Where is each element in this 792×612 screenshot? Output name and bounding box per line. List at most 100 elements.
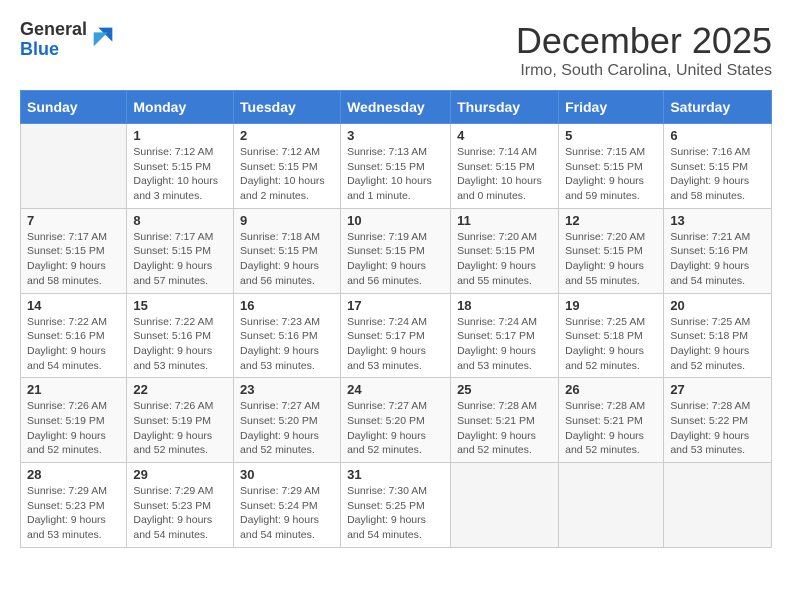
day-info: Sunrise: 7:12 AM Sunset: 5:15 PM Dayligh… [240,145,334,204]
logo-general: General [20,20,87,40]
header-cell-saturday: Saturday [664,91,772,124]
day-info: Sunrise: 7:22 AM Sunset: 5:16 PM Dayligh… [133,315,227,374]
day-info: Sunrise: 7:24 AM Sunset: 5:17 PM Dayligh… [457,315,552,374]
day-info: Sunrise: 7:28 AM Sunset: 5:22 PM Dayligh… [670,399,765,458]
day-info: Sunrise: 7:26 AM Sunset: 5:19 PM Dayligh… [133,399,227,458]
calendar-cell [451,463,559,548]
day-info: Sunrise: 7:28 AM Sunset: 5:21 PM Dayligh… [565,399,657,458]
calendar-cell [559,463,664,548]
day-info: Sunrise: 7:20 AM Sunset: 5:15 PM Dayligh… [457,230,552,289]
calendar-cell: 28 Sunrise: 7:29 AM Sunset: 5:23 PM Dayli… [21,463,127,548]
calendar-cell: 19Sunrise: 7:25 AM Sunset: 5:18 PM Dayli… [559,293,664,378]
calendar-cell: 29 Sunrise: 7:29 AM Sunset: 5:23 PM Dayli… [127,463,234,548]
day-number: 2 [240,128,334,143]
calendar-cell: 5Sunrise: 7:15 AM Sunset: 5:15 PM Daylig… [559,124,664,209]
day-info: Sunrise: 7:22 AM Sunset: 5:16 PM Dayligh… [27,315,120,374]
calendar-cell: 2 Sunrise: 7:12 AM Sunset: 5:15 PM Daylig… [234,124,341,209]
day-info: Sunrise: 7:29 AM Sunset: 5:23 PM Dayligh… [27,484,120,543]
day-info: Sunrise: 7:14 AM Sunset: 5:15 PM Dayligh… [457,145,552,204]
day-number: 4 [457,128,552,143]
header-cell-thursday: Thursday [451,91,559,124]
logo-icon [89,23,117,51]
page-header: General Blue December 2025 Irmo, South C… [20,20,772,80]
month-title: December 2025 [516,20,772,62]
logo: General Blue [20,20,117,60]
header-cell-tuesday: Tuesday [234,91,341,124]
calendar-table: SundayMondayTuesdayWednesdayThursdayFrid… [20,90,772,548]
calendar-cell: 9 Sunrise: 7:18 AM Sunset: 5:15 PM Daylig… [234,208,341,293]
day-info: Sunrise: 7:28 AM Sunset: 5:21 PM Dayligh… [457,399,552,458]
day-number: 23 [240,382,334,397]
day-info: Sunrise: 7:25 AM Sunset: 5:18 PM Dayligh… [670,315,765,374]
day-info: Sunrise: 7:21 AM Sunset: 5:16 PM Dayligh… [670,230,765,289]
day-info: Sunrise: 7:17 AM Sunset: 5:15 PM Dayligh… [27,230,120,289]
calendar-cell [664,463,772,548]
header-cell-sunday: Sunday [21,91,127,124]
day-info: Sunrise: 7:12 AM Sunset: 5:15 PM Dayligh… [133,145,227,204]
day-info: Sunrise: 7:13 AM Sunset: 5:15 PM Dayligh… [347,145,444,204]
calendar-body: 1Sunrise: 7:12 AM Sunset: 5:15 PM Daylig… [21,124,772,548]
calendar-cell [21,124,127,209]
day-info: Sunrise: 7:18 AM Sunset: 5:15 PM Dayligh… [240,230,334,289]
day-number: 8 [133,213,227,228]
day-info: Sunrise: 7:20 AM Sunset: 5:15 PM Dayligh… [565,230,657,289]
day-number: 12 [565,213,657,228]
calendar-cell: 20 Sunrise: 7:25 AM Sunset: 5:18 PM Dayli… [664,293,772,378]
day-info: Sunrise: 7:25 AM Sunset: 5:18 PM Dayligh… [565,315,657,374]
calendar-cell: 17 Sunrise: 7:24 AM Sunset: 5:17 PM Dayli… [341,293,451,378]
day-number: 21 [27,382,120,397]
subtitle: Irmo, South Carolina, United States [516,62,772,80]
day-number: 30 [240,467,334,482]
calendar-cell: 8 Sunrise: 7:17 AM Sunset: 5:15 PM Daylig… [127,208,234,293]
logo-blue: Blue [20,40,87,60]
header-row: SundayMondayTuesdayWednesdayThursdayFrid… [21,91,772,124]
calendar-cell: 4 Sunrise: 7:14 AM Sunset: 5:15 PM Daylig… [451,124,559,209]
day-number: 14 [27,298,120,313]
day-info: Sunrise: 7:29 AM Sunset: 5:23 PM Dayligh… [133,484,227,543]
calendar-cell: 1Sunrise: 7:12 AM Sunset: 5:15 PM Daylig… [127,124,234,209]
day-info: Sunrise: 7:29 AM Sunset: 5:24 PM Dayligh… [240,484,334,543]
calendar-cell: 25 Sunrise: 7:28 AM Sunset: 5:21 PM Dayli… [451,378,559,463]
day-number: 9 [240,213,334,228]
day-info: Sunrise: 7:17 AM Sunset: 5:15 PM Dayligh… [133,230,227,289]
day-info: Sunrise: 7:27 AM Sunset: 5:20 PM Dayligh… [347,399,444,458]
calendar-cell: 10Sunrise: 7:19 AM Sunset: 5:15 PM Dayli… [341,208,451,293]
day-number: 6 [670,128,765,143]
week-row-1: 1Sunrise: 7:12 AM Sunset: 5:15 PM Daylig… [21,124,772,209]
calendar-cell: 22 Sunrise: 7:26 AM Sunset: 5:19 PM Dayli… [127,378,234,463]
calendar-cell: 6Sunrise: 7:16 AM Sunset: 5:15 PM Daylig… [664,124,772,209]
day-info: Sunrise: 7:30 AM Sunset: 5:25 PM Dayligh… [347,484,444,543]
calendar-cell: 3Sunrise: 7:13 AM Sunset: 5:15 PM Daylig… [341,124,451,209]
calendar-cell: 27Sunrise: 7:28 AM Sunset: 5:22 PM Dayli… [664,378,772,463]
calendar-cell: 12 Sunrise: 7:20 AM Sunset: 5:15 PM Dayli… [559,208,664,293]
week-row-2: 7 Sunrise: 7:17 AM Sunset: 5:15 PM Daylig… [21,208,772,293]
day-number: 29 [133,467,227,482]
calendar-cell: 11 Sunrise: 7:20 AM Sunset: 5:15 PM Dayli… [451,208,559,293]
calendar-cell: 21Sunrise: 7:26 AM Sunset: 5:19 PM Dayli… [21,378,127,463]
day-info: Sunrise: 7:15 AM Sunset: 5:15 PM Dayligh… [565,145,657,204]
day-number: 25 [457,382,552,397]
header-cell-wednesday: Wednesday [341,91,451,124]
day-number: 22 [133,382,227,397]
day-number: 17 [347,298,444,313]
title-section: December 2025 Irmo, South Carolina, Unit… [516,20,772,80]
day-info: Sunrise: 7:24 AM Sunset: 5:17 PM Dayligh… [347,315,444,374]
day-number: 28 [27,467,120,482]
day-number: 7 [27,213,120,228]
calendar-cell: 30 Sunrise: 7:29 AM Sunset: 5:24 PM Dayli… [234,463,341,548]
day-number: 20 [670,298,765,313]
day-number: 11 [457,213,552,228]
header-cell-monday: Monday [127,91,234,124]
calendar-cell: 31Sunrise: 7:30 AM Sunset: 5:25 PM Dayli… [341,463,451,548]
calendar-cell: 23Sunrise: 7:27 AM Sunset: 5:20 PM Dayli… [234,378,341,463]
week-row-5: 28 Sunrise: 7:29 AM Sunset: 5:23 PM Dayli… [21,463,772,548]
day-number: 13 [670,213,765,228]
calendar-cell: 16Sunrise: 7:23 AM Sunset: 5:16 PM Dayli… [234,293,341,378]
week-row-4: 21 Sunrise: 7:26 AM Sunset: 5:19 PM Dayli… [21,378,772,463]
calendar-cell: 14 Sunrise: 7:22 AM Sunset: 5:16 PM Dayli… [21,293,127,378]
calendar-cell: 7 Sunrise: 7:17 AM Sunset: 5:15 PM Daylig… [21,208,127,293]
calendar-cell: 13 Sunrise: 7:21 AM Sunset: 5:16 PM Dayli… [664,208,772,293]
day-number: 15 [133,298,227,313]
calendar-cell: 15 Sunrise: 7:22 AM Sunset: 5:16 PM Dayli… [127,293,234,378]
day-number: 18 [457,298,552,313]
